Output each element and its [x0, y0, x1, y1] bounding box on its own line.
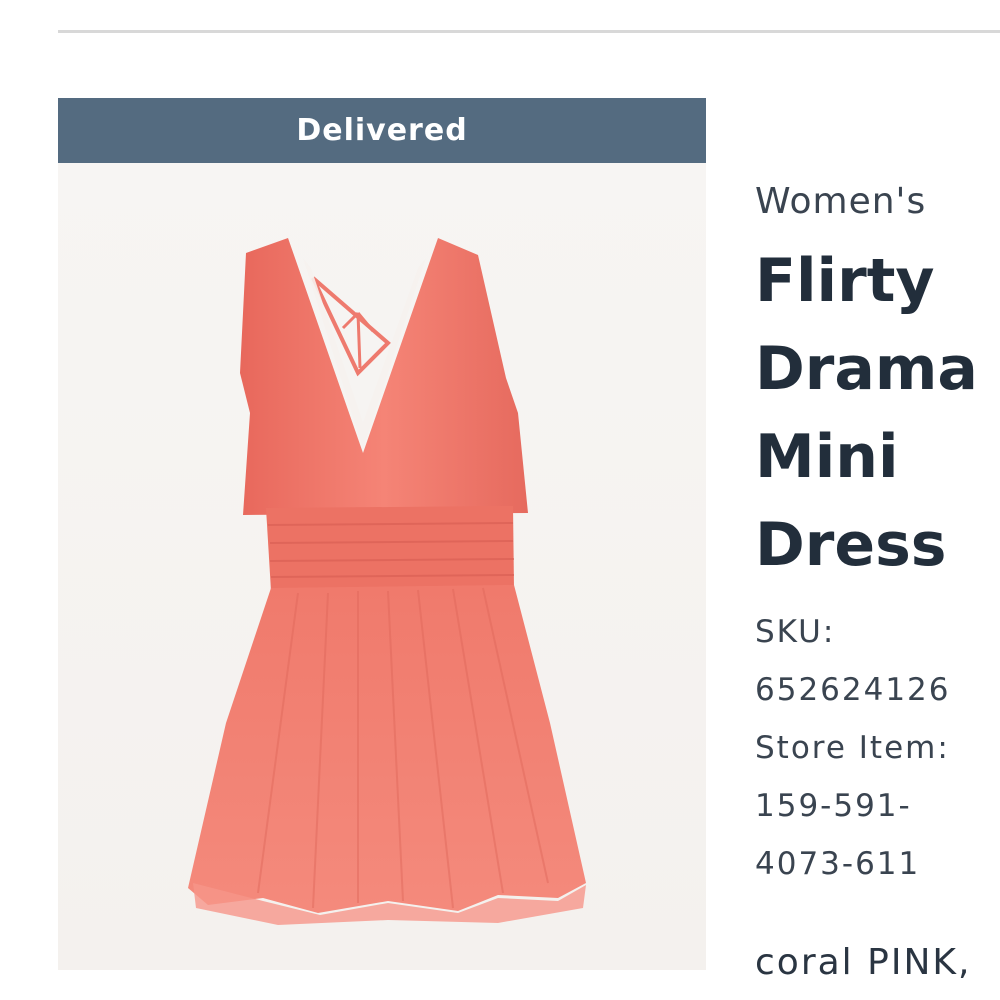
- product-title-line: Drama: [755, 334, 978, 404]
- product-card[interactable]: Delivered: [58, 98, 706, 970]
- top-divider: [58, 30, 1000, 33]
- product-title-line: Flirty: [755, 246, 935, 316]
- delivery-status-banner: Delivered: [58, 98, 706, 163]
- dress-photo-icon: [188, 238, 586, 925]
- product-category: Women's: [755, 181, 927, 222]
- product-color: coral PINK,: [755, 942, 972, 983]
- sku-value: 652624126: [755, 672, 951, 708]
- product-title[interactable]: Flirty Drama Mini Dress: [755, 237, 1000, 589]
- store-item-label: Store Item:: [755, 730, 950, 766]
- sku-label: SKU:: [755, 614, 836, 650]
- product-identifiers: SKU: 652624126 Store Item: 159-591- 4073…: [755, 603, 1000, 893]
- product-title-line: Dress: [755, 510, 947, 580]
- store-item-value-line: 4073-611: [755, 846, 921, 882]
- product-image[interactable]: [58, 163, 706, 970]
- product-title-line: Mini: [755, 422, 899, 492]
- product-details: Women's Flirty Drama Mini Dress SKU: 652…: [755, 175, 1000, 893]
- delivery-status-label: Delivered: [296, 113, 468, 148]
- store-item-value-line: 159-591-: [755, 788, 912, 824]
